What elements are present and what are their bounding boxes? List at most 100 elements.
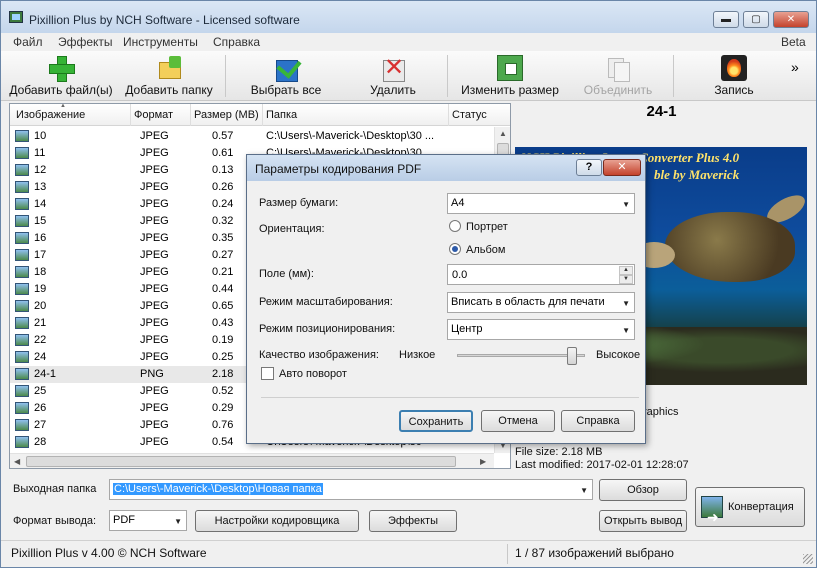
scroll-left-icon[interactable]: ◀ [14, 457, 20, 466]
cell-format: JPEG [140, 181, 169, 193]
col-header-image[interactable]: Изображение [16, 109, 85, 121]
cell-name: 18 [34, 266, 47, 278]
output-folder-label: Выходная папка [13, 483, 97, 495]
menu-bar: Файл Эффекты Инструменты Справка Beta [1, 33, 816, 51]
position-mode-value: Центр [451, 323, 483, 335]
app-logo-icon [9, 11, 23, 23]
landscape-label: Альбом [466, 244, 506, 256]
image-file-icon [15, 181, 29, 193]
menu-tools[interactable]: Инструменты [123, 35, 198, 49]
scroll-thumb[interactable] [26, 456, 456, 467]
position-mode-select[interactable]: Центр ▼ [447, 319, 635, 340]
cell-format: JPEG [140, 351, 169, 363]
spin-up-icon[interactable]: ▲ [619, 266, 633, 275]
window-title: Pixillion Plus by NCH Software - License… [29, 13, 300, 27]
chevron-down-icon[interactable]: ▼ [622, 326, 630, 335]
title-bar[interactable]: Pixillion Plus by NCH Software - License… [1, 1, 816, 33]
col-header-status[interactable]: Статус [452, 109, 487, 121]
output-folder-combo[interactable]: C:\Users\-Maverick-\Desktop\Новая папка … [109, 479, 593, 500]
image-file-icon [15, 300, 29, 312]
resize-button[interactable]: Изменить размер [457, 53, 563, 99]
column-divider[interactable] [448, 104, 449, 126]
cell-format: JPEG [140, 283, 169, 295]
effects-button[interactable]: Эффекты [369, 510, 457, 532]
maximize-button[interactable]: ▢ [743, 11, 769, 28]
quality-slider-thumb[interactable] [567, 347, 578, 365]
image-file-icon [15, 215, 29, 227]
chevron-down-icon[interactable]: ▼ [174, 517, 182, 526]
menu-help[interactable]: Справка [213, 35, 260, 49]
select-all-button[interactable]: Выбрать все [241, 53, 331, 99]
chevron-down-icon[interactable]: ▼ [622, 200, 630, 209]
add-folder-button[interactable]: Добавить папку [119, 53, 219, 99]
add-files-button[interactable]: Добавить файл(ы) [5, 53, 117, 99]
cell-name: 24 [34, 351, 47, 363]
margin-stepper[interactable]: 0.0 ▲ ▼ [447, 264, 635, 285]
cell-name: 13 [34, 181, 47, 193]
delete-button[interactable]: Удалить [353, 53, 433, 99]
cell-format: JPEG [140, 130, 169, 142]
position-mode-label: Режим позиционирования: [259, 323, 396, 335]
cell-format: JPEG [140, 317, 169, 329]
dialog-close-button[interactable]: ✕ [603, 159, 641, 176]
cell-name: 20 [34, 300, 47, 312]
horizontal-scrollbar[interactable]: ◀ ▶ [10, 453, 494, 468]
cell-format: JPEG [140, 249, 169, 261]
browse-button[interactable]: Обзор [599, 479, 687, 501]
column-divider[interactable] [190, 104, 191, 126]
convert-icon [701, 496, 723, 536]
merge-button[interactable]: Объединить [575, 53, 661, 99]
cell-format: JPEG [140, 385, 169, 397]
landscape-radio[interactable] [449, 243, 461, 255]
select-all-label: Выбрать все [250, 83, 322, 97]
cell-name: 10 [34, 130, 47, 142]
toolbar-overflow-button[interactable]: » [791, 59, 799, 75]
dialog-help-button[interactable]: ? [576, 159, 602, 176]
portrait-radio[interactable] [449, 220, 461, 232]
portrait-label: Портрет [466, 221, 508, 233]
convert-button[interactable]: Конвертация [695, 487, 805, 536]
chevron-down-icon[interactable]: ▼ [622, 299, 630, 308]
col-header-folder[interactable]: Папка [266, 109, 297, 121]
save-button[interactable]: Сохранить [399, 410, 473, 432]
image-file-icon [15, 198, 29, 210]
column-divider[interactable] [130, 104, 131, 126]
cell-folder: C:\Users\-Maverick-\Desktop\30 ... [266, 130, 435, 142]
cell-name: 14 [34, 198, 47, 210]
output-folder-value: C:\Users\-Maverick-\Desktop\Новая папка [113, 483, 323, 495]
quality-label: Качество изображения: [259, 349, 379, 361]
column-divider[interactable] [262, 104, 263, 126]
status-selection: 1 / 87 изображений выбрано [515, 546, 674, 560]
encoder-settings-button[interactable]: Настройки кодировщика [195, 510, 359, 532]
turtle-shell-shape [665, 212, 795, 282]
open-output-button[interactable]: Открыть вывод [599, 510, 687, 532]
dialog-title-bar[interactable]: Параметры кодирования PDF ? ✕ [247, 155, 645, 181]
menu-effects[interactable]: Эффекты [58, 35, 113, 49]
quality-slider-track[interactable] [457, 354, 585, 357]
menu-file[interactable]: Файл [13, 35, 43, 49]
scale-mode-select[interactable]: Вписать в область для печати ▼ [447, 292, 635, 313]
spin-down-icon[interactable]: ▼ [619, 275, 633, 284]
resize-label: Изменить размер [461, 83, 559, 97]
chevron-down-icon[interactable]: ▼ [580, 486, 588, 495]
resize-grip-icon[interactable] [803, 554, 813, 564]
cancel-button[interactable]: Отмена [481, 410, 555, 432]
preview-partial-text: raphics [643, 406, 679, 418]
burn-button[interactable]: Запись [701, 53, 767, 99]
help-button[interactable]: Справка [561, 410, 635, 432]
cell-format: JPEG [140, 266, 169, 278]
col-header-format[interactable]: Формат [134, 109, 173, 121]
paper-size-select[interactable]: A4 ▼ [447, 193, 635, 214]
scroll-right-icon[interactable]: ▶ [480, 457, 486, 466]
toolbar-separator [673, 55, 674, 97]
close-button[interactable]: ✕ [773, 11, 809, 28]
col-header-size[interactable]: Размер (MB) [194, 109, 259, 121]
auto-rotate-checkbox[interactable] [261, 367, 274, 380]
output-format-combo[interactable]: PDF ▼ [109, 510, 187, 531]
image-file-icon [15, 351, 29, 363]
quality-low-label: Низкое [399, 349, 436, 361]
add-files-label: Добавить файл(ы) [9, 83, 113, 97]
scroll-up-icon[interactable]: ▲ [499, 129, 507, 138]
minimize-button[interactable]: ▬ [713, 11, 739, 28]
table-row[interactable]: 10 JPEG 0.57 C:\Users\-Maverick-\Desktop\30… [10, 128, 494, 145]
